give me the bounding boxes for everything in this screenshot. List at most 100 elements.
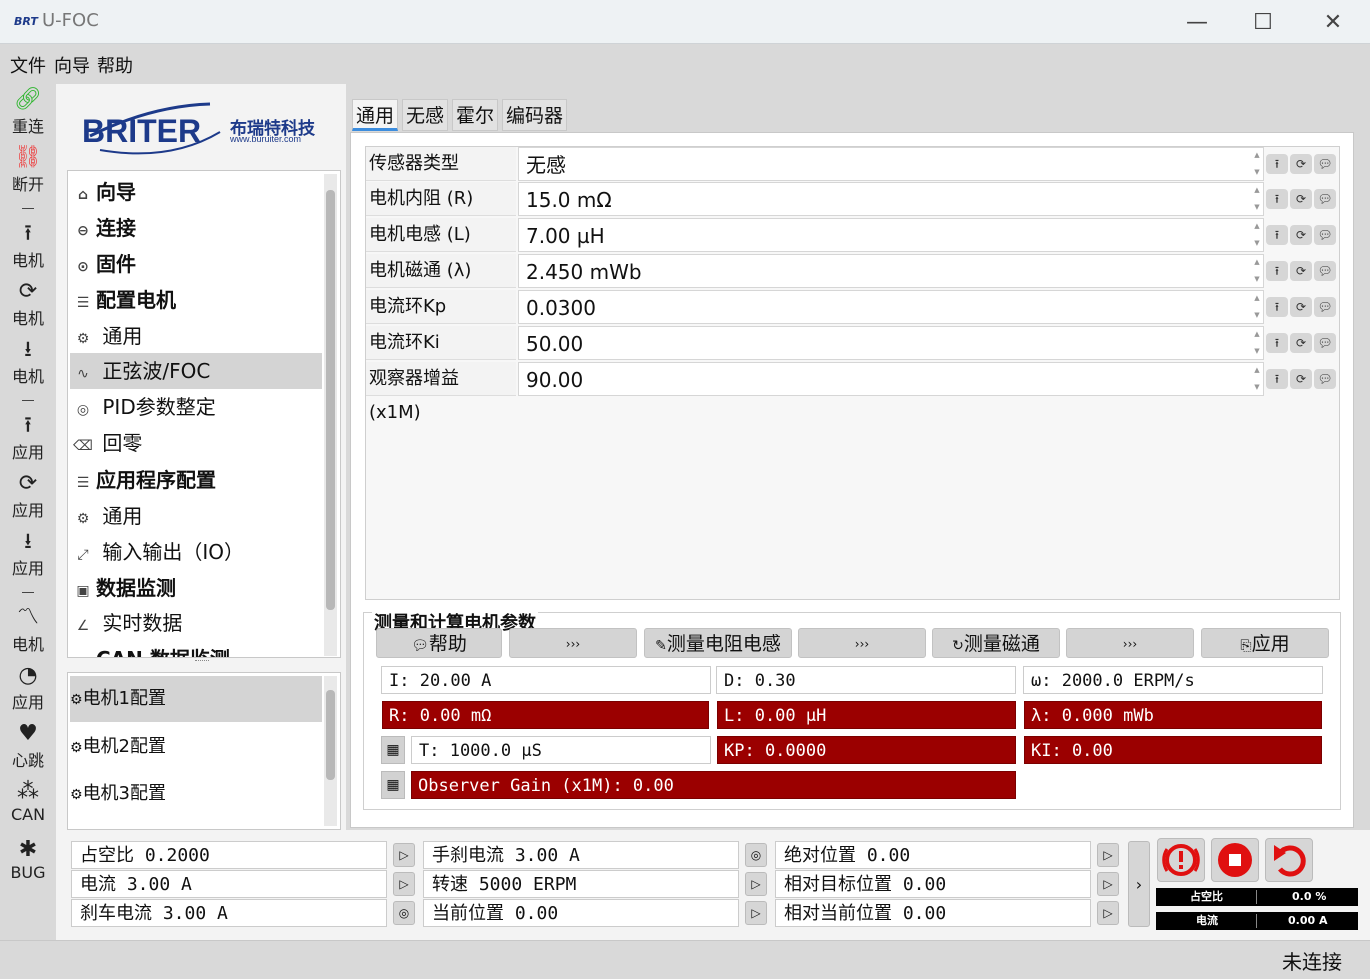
tab-general[interactable]: 通用 bbox=[352, 99, 399, 131]
write-param-icon[interactable]: ⭱ bbox=[1266, 333, 1288, 353]
play-icon[interactable]: ▷ bbox=[1097, 843, 1119, 867]
reset-param-icon[interactable]: ⟳ bbox=[1290, 154, 1312, 174]
handbrake-field[interactable]: 手刹电流 3.00 A bbox=[423, 841, 739, 869]
spin-arrows[interactable]: ▲ ▼ bbox=[1250, 362, 1264, 396]
spin-arrows[interactable]: ▲ ▼ bbox=[1250, 326, 1264, 360]
help-param-icon[interactable]: 💬︎ bbox=[1314, 189, 1336, 209]
help-param-icon[interactable]: 💬︎ bbox=[1314, 297, 1336, 317]
current-input[interactable]: I: 20.00 A bbox=[381, 666, 711, 694]
menu-help[interactable]: 帮助 bbox=[97, 52, 133, 78]
motor-refresh-button[interactable]: ⟳ 电机 bbox=[0, 279, 56, 329]
motor-scroll-thumb[interactable] bbox=[326, 690, 335, 780]
speed-field[interactable]: 转速 5000 ERPM bbox=[423, 870, 739, 898]
play-icon[interactable]: ▷ bbox=[393, 843, 415, 867]
write-param-icon[interactable]: ⭱ bbox=[1266, 189, 1288, 209]
tab-hall[interactable]: 霍尔 bbox=[452, 99, 499, 131]
reset-button[interactable] bbox=[1265, 838, 1313, 882]
tab-encoder[interactable]: 编码器 bbox=[502, 99, 568, 131]
duty-input[interactable]: D: 0.30 bbox=[716, 666, 1016, 694]
reset-param-icon[interactable]: ⟳ bbox=[1290, 297, 1312, 317]
nav-can-monitor[interactable]: CAN 数据监测 bbox=[70, 641, 322, 657]
app-gauge-button[interactable]: ◔ 应用 bbox=[0, 663, 56, 713]
nav-motor-config[interactable]: ☰ 配置电机 bbox=[70, 282, 322, 318]
brake-current-field[interactable]: 刹车电流 3.00 A bbox=[71, 899, 387, 927]
app-write-button[interactable]: ⭱ 应用 bbox=[0, 413, 56, 463]
help-param-icon[interactable]: 💬︎ bbox=[1314, 333, 1336, 353]
current-field[interactable]: 电流 3.00 A bbox=[71, 870, 387, 898]
motor-2-config[interactable]: ⚙电机2配置 bbox=[70, 724, 322, 770]
calculator-icon[interactable]: ▦ bbox=[381, 771, 405, 799]
param-value-observer-gain[interactable]: 90.00 bbox=[518, 362, 1264, 396]
spin-arrows[interactable]: ▲ ▼ bbox=[1250, 290, 1264, 324]
write-param-icon[interactable]: ⭱ bbox=[1266, 297, 1288, 317]
stop-button[interactable] bbox=[1211, 838, 1259, 882]
motor-chart-button[interactable]: 〽电机 bbox=[0, 605, 56, 655]
motor-1-config[interactable]: ⚙电机1配置 bbox=[70, 676, 322, 722]
bug-button[interactable]: ✱ BUG bbox=[0, 837, 56, 882]
write-param-icon[interactable]: ⭱ bbox=[1266, 369, 1288, 389]
measure-flux-button[interactable]: ↻测量磁通 bbox=[932, 628, 1060, 658]
close-button[interactable]: ✕ bbox=[1310, 8, 1356, 38]
can-button[interactable]: ⁂ CAN bbox=[0, 779, 56, 824]
param-value-flux[interactable]: 2.450 mWb bbox=[518, 254, 1264, 288]
play-icon[interactable]: ▷ bbox=[1097, 901, 1119, 925]
tab-sensorless[interactable]: 无感 bbox=[402, 99, 449, 131]
nav-connect[interactable]: ⊖ 连接 bbox=[70, 210, 322, 246]
disconnect-button[interactable]: ⛓︎ 断开 bbox=[0, 145, 56, 195]
param-value-current-kp[interactable]: 0.0300 bbox=[518, 290, 1264, 324]
emergency-button[interactable] bbox=[1157, 838, 1205, 882]
apply-button[interactable]: ⎘应用 bbox=[1201, 628, 1329, 658]
nav-sine-foc[interactable]: ∿ 正弦波/FOC bbox=[70, 353, 322, 389]
motor-3-config[interactable]: ⚙电机3配置 bbox=[70, 771, 322, 817]
help-param-icon[interactable]: 💬︎ bbox=[1314, 261, 1336, 281]
brake-icon[interactable]: ◎ bbox=[393, 901, 415, 925]
heartbeat-button[interactable]: ♥ 心跳 bbox=[0, 721, 56, 771]
motor-write-button[interactable]: ⭱ 电机 bbox=[0, 221, 56, 271]
reconnect-button[interactable]: 🔗︎ 重连 bbox=[0, 87, 56, 137]
play-icon[interactable]: ▷ bbox=[393, 872, 415, 896]
nav-app-general[interactable]: ⚙ 通用 bbox=[70, 498, 322, 534]
nav-firmware[interactable]: ⊙ 固件 bbox=[70, 246, 322, 282]
app-read-button[interactable]: ⭳ 应用 bbox=[0, 529, 56, 579]
menu-wizard[interactable]: 向导 bbox=[54, 52, 90, 78]
param-value-sensor-type[interactable]: 无感 bbox=[518, 147, 1264, 181]
reset-param-icon[interactable]: ⟳ bbox=[1290, 189, 1312, 209]
time-constant-input[interactable]: T: 1000.0 µS bbox=[411, 736, 711, 764]
spin-arrows[interactable]: ▲ ▼ bbox=[1250, 147, 1264, 181]
nav-data-monitor[interactable]: ▣ 数据监测 bbox=[70, 570, 322, 606]
expand-chevron-icon[interactable]: › bbox=[1128, 841, 1150, 927]
minimize-button[interactable]: — bbox=[1174, 8, 1220, 38]
nav-app-config[interactable]: ☰ 应用程序配置 bbox=[70, 462, 322, 498]
measure-rl-button[interactable]: ✎测量电阻电感 bbox=[644, 628, 792, 658]
nav-scroll-thumb[interactable] bbox=[326, 190, 335, 610]
duty-field[interactable]: 占空比 0.2000 bbox=[71, 841, 387, 869]
param-value-resistance[interactable]: 15.0 mΩ bbox=[518, 182, 1264, 216]
current-position-field[interactable]: 当前位置 0.00 bbox=[423, 899, 739, 927]
relative-current-field[interactable]: 相对当前位置 0.00 bbox=[775, 899, 1091, 927]
play-icon[interactable]: ▷ bbox=[745, 872, 767, 896]
nav-wizard[interactable]: ⌂ 向导 bbox=[70, 174, 322, 210]
nav-motor-general[interactable]: ⚙ 通用 bbox=[70, 318, 322, 354]
help-param-icon[interactable]: 💬︎ bbox=[1314, 369, 1336, 389]
nav-io[interactable]: ⤢ 输入输出（IO） bbox=[70, 534, 322, 570]
absolute-position-field[interactable]: 绝对位置 0.00 bbox=[775, 841, 1091, 869]
spin-arrows[interactable]: ▲ ▼ bbox=[1250, 182, 1264, 216]
spin-arrows[interactable]: ▲ ▼ bbox=[1250, 218, 1264, 252]
param-value-inductance[interactable]: 7.00 µH bbox=[518, 218, 1264, 252]
maximize-button[interactable]: ☐ bbox=[1240, 8, 1286, 38]
brake-icon[interactable]: ◎ bbox=[745, 843, 767, 867]
play-icon[interactable]: ▷ bbox=[1097, 872, 1119, 896]
play-icon[interactable]: ▷ bbox=[745, 901, 767, 925]
reset-param-icon[interactable]: ⟳ bbox=[1290, 333, 1312, 353]
reset-param-icon[interactable]: ⟳ bbox=[1290, 369, 1312, 389]
param-value-current-ki[interactable]: 50.00 bbox=[518, 326, 1264, 360]
menu-file[interactable]: 文件 bbox=[10, 52, 46, 78]
app-refresh-button[interactable]: ⟳ 应用 bbox=[0, 471, 56, 521]
write-param-icon[interactable]: ⭱ bbox=[1266, 225, 1288, 245]
erpm-rate-input[interactable]: ω: 2000.0 ERPM/s bbox=[1023, 666, 1323, 694]
help-param-icon[interactable]: 💬︎ bbox=[1314, 225, 1336, 245]
nav-realtime-data[interactable]: ∠ 实时数据 bbox=[70, 605, 322, 641]
splitter-handle[interactable] bbox=[195, 660, 209, 663]
motor-read-button[interactable]: ⭳ 电机 bbox=[0, 337, 56, 387]
nav-pid-tuning[interactable]: ◎ PID参数整定 bbox=[70, 389, 322, 425]
